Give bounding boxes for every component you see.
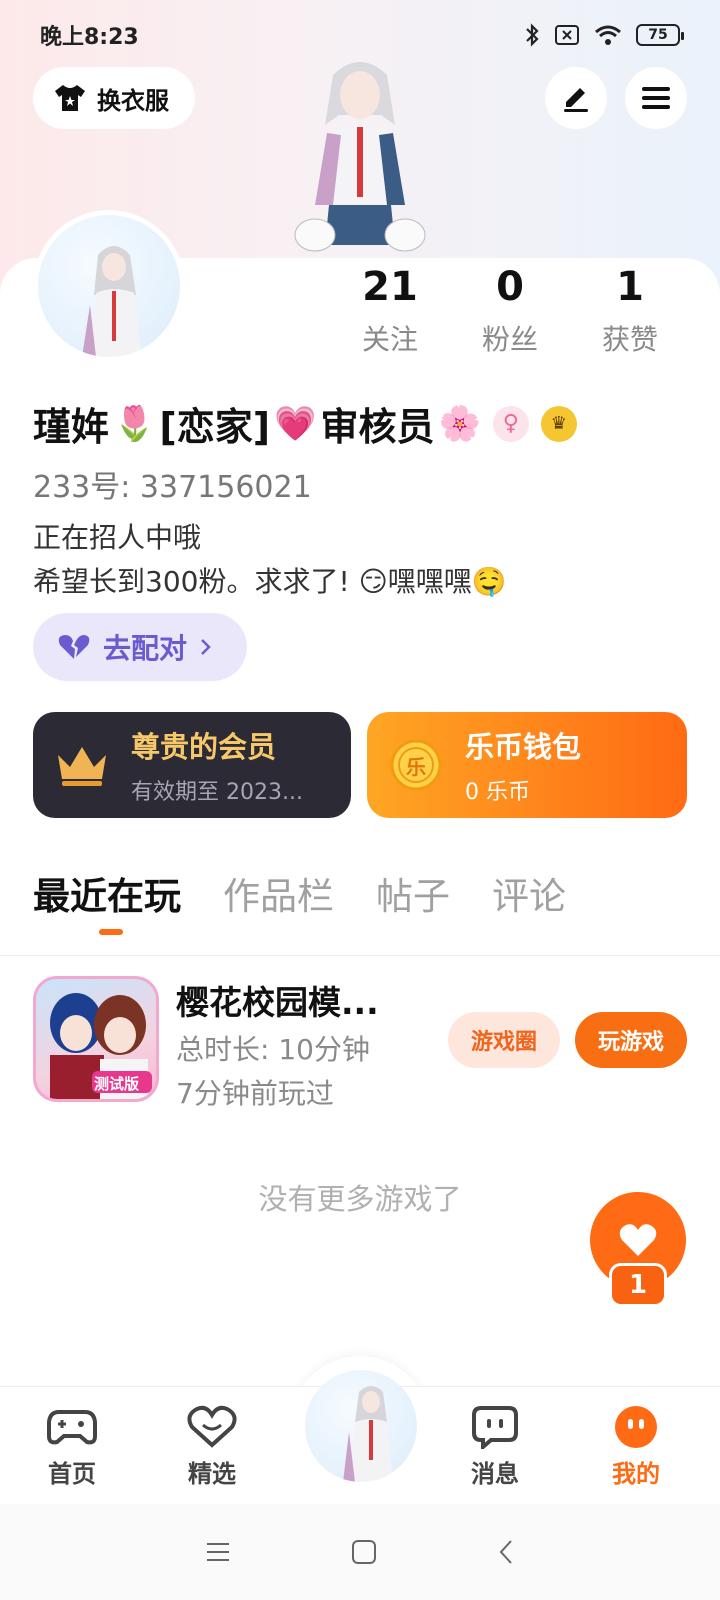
tulip-emoji-icon: 🌷 [113, 403, 156, 444]
crown-badge-icon: ♛ [540, 405, 577, 442]
vip-crown-icon [58, 747, 106, 786]
back-chevron-icon[interactable] [497, 1538, 515, 1566]
match-label: 去配对 [103, 632, 188, 665]
stat-likes-label: 获赞 [601, 323, 658, 356]
game-duration: 总时长: 10分钟 [176, 1033, 370, 1066]
nav-featured-label: 精选 [188, 1460, 236, 1488]
tab-posts[interactable]: 帖子 [376, 866, 450, 920]
stat-likes[interactable]: 1 获赞 [570, 262, 690, 358]
game-name: 樱花校园模... [176, 983, 379, 1022]
coin-wallet-card[interactable]: 乐 乐币钱包 0 乐币 [367, 712, 687, 818]
tab-recent[interactable]: 最近在玩 [33, 866, 181, 935]
edit-profile-button[interactable] [545, 67, 607, 129]
vip-card[interactable]: 尊贵的会员 有效期至 2023... [33, 712, 351, 818]
nickname-part1: 瑾姩 [33, 405, 110, 449]
stat-fans-label: 粉丝 [481, 323, 538, 356]
bio-line-2: 希望长到300粉。求求了! 😏嘿嘿嘿🤤 [33, 560, 507, 604]
coin-glyph: 乐 [406, 754, 426, 779]
home-square-icon[interactable] [351, 1539, 377, 1565]
change-outfit-button[interactable]: 换衣服 [33, 67, 195, 129]
nav-avatar-button[interactable] [305, 1370, 417, 1482]
heart-icon [619, 1224, 657, 1256]
nickname: 瑾姩 🌷 [恋家] 💗 审核员 🌸 ♀ ♛ [33, 396, 577, 451]
avatar-portrait [82, 246, 142, 357]
nav-avatar-figure [343, 1386, 393, 1482]
stat-likes-value: 1 [616, 264, 644, 310]
status-icons: 75 [524, 23, 684, 47]
status-time: 晚上8:23 [40, 25, 139, 50]
vip-card-text: 尊贵的会员 有效期至 2023... [131, 724, 303, 806]
stat-following-value: 21 [362, 264, 418, 310]
vip-card-title: 尊贵的会员 [131, 730, 277, 764]
stat-fans[interactable]: 0 粉丝 [450, 262, 570, 358]
tab-comments[interactable]: 评论 [492, 866, 566, 920]
bio-line-2-end: 嘿嘿嘿 [387, 565, 472, 598]
drool-emoji-icon: 🤤 [471, 565, 507, 598]
broken-heart-icon [58, 635, 90, 659]
system-nav-bar [0, 1504, 720, 1600]
game-icon-tag: 测试版 [94, 1075, 140, 1093]
game-circle-button[interactable]: 游戏圈 [448, 1012, 560, 1068]
shirt-icon [55, 85, 85, 111]
stat-following-label: 关注 [361, 323, 418, 356]
change-outfit-label: 换衣服 [97, 86, 169, 115]
game-icon[interactable]: 测试版 [33, 976, 159, 1102]
chevron-right-icon [201, 639, 211, 655]
battery-level: 75 [648, 27, 668, 43]
nav-home[interactable]: 首页 [22, 1404, 122, 1489]
female-badge-icon: ♀ [492, 405, 529, 442]
avatar[interactable] [33, 210, 185, 362]
stat-following[interactable]: 21 关注 [330, 262, 450, 358]
gamepad-icon [22, 1404, 122, 1450]
heart-outline-icon [162, 1404, 262, 1450]
wifi-icon [595, 25, 621, 45]
face-icon [586, 1404, 686, 1450]
coin-card-subtitle: 0 乐币 [465, 780, 530, 805]
bio-line-2-text: 希望长到300粉。求求了! [33, 565, 359, 598]
no-sim-icon [555, 25, 579, 45]
nav-mine[interactable]: 我的 [586, 1404, 686, 1489]
nickname-part2: [恋家] [159, 405, 271, 449]
coin-card-title: 乐币钱包 [465, 730, 582, 764]
vip-card-subtitle: 有效期至 2023... [131, 780, 303, 805]
user-id: 233号: 337156021 [33, 470, 312, 505]
nav-featured[interactable]: 精选 [162, 1404, 262, 1489]
play-game-button[interactable]: 玩游戏 [575, 1012, 687, 1068]
bio: 正在招人中哦 希望长到300粉。求求了! 😏嘿嘿嘿🤤 [33, 516, 507, 604]
nav-messages[interactable]: 消息 [445, 1404, 545, 1489]
pen-icon [564, 88, 588, 112]
game-last-played: 7分钟前玩过 [176, 1077, 334, 1110]
vip-crown-wrap [33, 743, 131, 787]
nav-messages-label: 消息 [471, 1460, 519, 1488]
recent-apps-icon[interactable] [205, 1541, 231, 1563]
message-bubble-icon [445, 1404, 545, 1450]
battery-icon: 75 [636, 24, 684, 46]
bluetooth-icon [526, 23, 539, 47]
match-button[interactable]: 去配对 [33, 613, 247, 681]
blossom-emoji-icon: 🌸 [438, 403, 481, 444]
bio-line-1: 正在招人中哦 [33, 521, 202, 554]
game-list-item[interactable]: 测试版 樱花校园模... 总时长: 10分钟 7分钟前玩过 游戏圈 玩游戏 [33, 976, 687, 1110]
like-count-badge: 1 [609, 1263, 667, 1307]
coin-card-text: 乐币钱包 0 乐币 [465, 724, 581, 806]
tab-works[interactable]: 作品栏 [223, 866, 334, 920]
stat-fans-value: 0 [496, 264, 524, 310]
tabs-divider [0, 955, 720, 956]
nav-mine-label: 我的 [612, 1460, 660, 1488]
smirk-emoji-icon: 😏 [358, 565, 388, 598]
stats-row: 21 关注 0 粉丝 1 获赞 [330, 262, 690, 358]
profile-tabs: 最近在玩 作品栏 帖子 评论 [33, 866, 566, 935]
coin-icon-wrap: 乐 [367, 739, 465, 791]
hamburger-menu-icon [642, 87, 670, 109]
nav-home-label: 首页 [48, 1460, 96, 1488]
heart-emoji-icon: 💗 [274, 403, 317, 444]
avatar-figure[interactable] [285, 55, 435, 260]
menu-button[interactable] [625, 67, 687, 129]
nickname-part3: 审核员 [320, 405, 435, 449]
